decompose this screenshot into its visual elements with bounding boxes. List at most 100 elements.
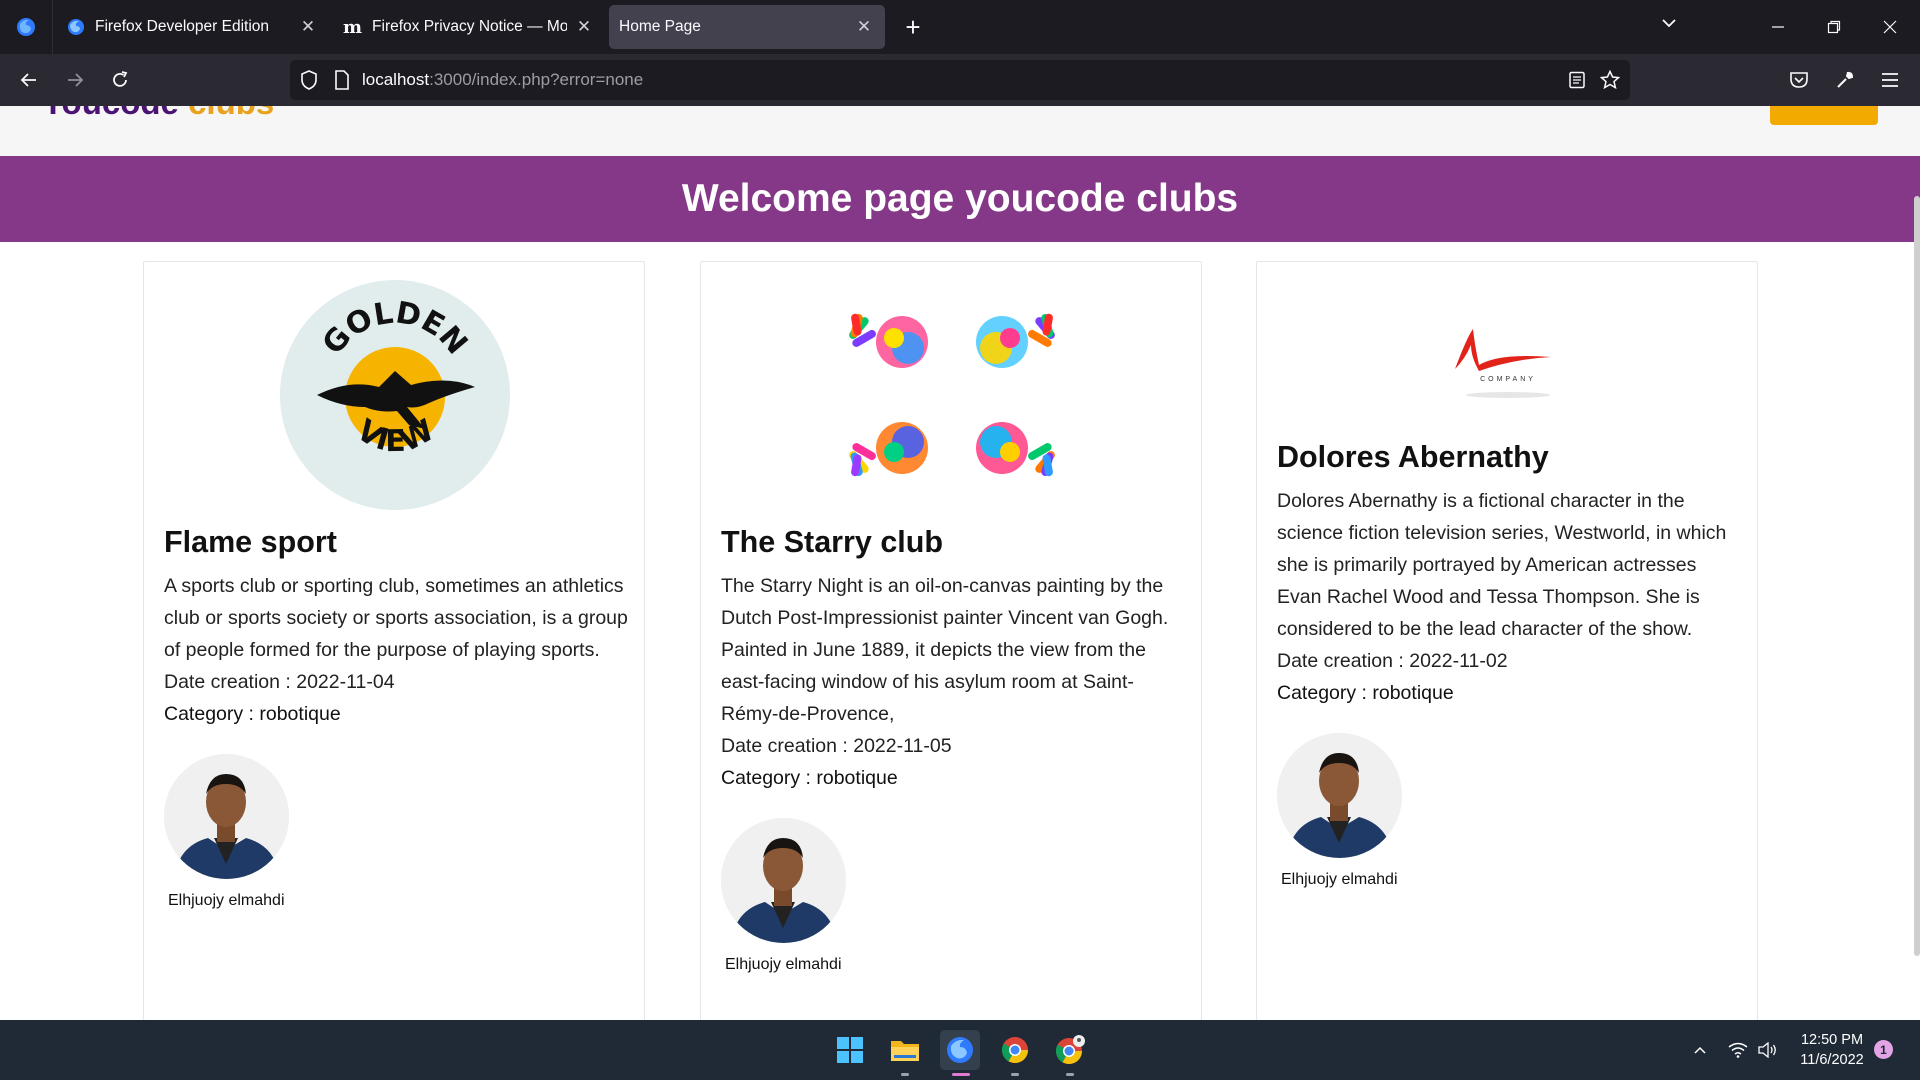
club-name: Flame sport (164, 525, 337, 559)
club-category: Category : robotique (1277, 682, 1454, 704)
close-icon (1883, 20, 1897, 34)
firefox-icon (68, 19, 84, 35)
club-name: The Starry club (721, 525, 944, 559)
tab-home-page[interactable]: Home Page ✕ (609, 5, 885, 49)
club-description: Dolores Abernathy is a fictional charact… (1277, 490, 1727, 640)
owner-name: Elhjuojy elmahdi (168, 892, 285, 909)
clock-time: 12:50 PM (1800, 1032, 1864, 1048)
club-owner: Elhjuojy elmahdi (1277, 733, 1427, 889)
club-owner: Elhjuojy elmahdi (721, 818, 871, 974)
club-date-creation: Date creation : 2022-11-05 (721, 735, 952, 757)
chrome-profile-icon (1055, 1035, 1085, 1065)
club-logo-image (701, 280, 1203, 510)
chrome-profile-taskbar-button[interactable] (1050, 1030, 1090, 1076)
welcome-banner: Welcome page youcode clubs (0, 156, 1920, 242)
forward-button[interactable] (54, 59, 96, 101)
firefox-icon (947, 1037, 973, 1063)
url-host: localhost (362, 70, 430, 89)
minimize-button[interactable] (1750, 0, 1806, 54)
pocket-button[interactable] (1778, 59, 1820, 101)
minimize-icon (1772, 26, 1784, 28)
club-name: Dolores Abernathy (1277, 440, 1549, 474)
list-all-tabs-button[interactable] (1660, 14, 1678, 37)
chrome-taskbar-button[interactable] (995, 1030, 1035, 1076)
club-category: Category : robotique (721, 767, 898, 789)
firefox-view-button[interactable] (0, 0, 53, 54)
running-indicator (1066, 1073, 1074, 1076)
url-text[interactable]: localhost:3000/index.php?error=none (362, 70, 643, 90)
volume-button[interactable] (1758, 1020, 1778, 1080)
windows-logo-icon (837, 1037, 863, 1063)
club-date-creation: Date creation : 2022-11-04 (164, 671, 395, 693)
close-window-button[interactable] (1862, 0, 1918, 54)
tab-firefox-developer-edition[interactable]: Firefox Developer Edition ✕ (57, 5, 329, 49)
arrow-left-icon (20, 73, 36, 87)
firefox-taskbar-button[interactable] (940, 1030, 980, 1076)
page-title: Welcome page youcode clubs (681, 177, 1239, 220)
url-path: :3000/index.php?error=none (429, 70, 644, 89)
header-action-button[interactable] (1770, 106, 1878, 125)
reload-icon (113, 71, 128, 87)
restore-button[interactable] (1806, 0, 1862, 54)
wrench-icon (1837, 71, 1854, 88)
address-bar[interactable]: localhost:3000/index.php?error=none (290, 60, 1630, 100)
club-description: The Starry Night is an oil-on-canvas pai… (721, 575, 1169, 725)
shield-icon[interactable] (300, 70, 318, 90)
tab-firefox-privacy-notice[interactable]: m Firefox Privacy Notice — Mozilla ✕ (333, 5, 605, 49)
chrome-icon (1001, 1037, 1029, 1064)
chevron-up-icon (1694, 1046, 1706, 1054)
logo-accent-text: clubs (188, 106, 274, 121)
logo-text: COMPANY (1480, 376, 1536, 383)
network-button[interactable] (1728, 1020, 1748, 1080)
system-clock[interactable]: 12:50 PM 11/6/2022 (1790, 1030, 1874, 1070)
club-card-body: Dolores Abernathy Dolores Abernathy is a… (1277, 439, 1742, 889)
navigation-toolbar: localhost:3000/index.php?error=none (0, 54, 1920, 106)
tab-title: Firefox Privacy Notice — Mozilla (372, 18, 567, 35)
owner-name: Elhjuojy elmahdi (725, 956, 842, 973)
club-logo-image: COMPANY (1257, 312, 1759, 412)
chevron-down-icon (1662, 19, 1676, 28)
golden-view-eagle-logo: GOLDEN VIEW (280, 280, 510, 510)
start-button[interactable] (830, 1030, 870, 1070)
active-indicator (952, 1073, 970, 1076)
avatar (721, 818, 846, 943)
page-icon[interactable] (334, 70, 350, 90)
hamburger-menu-icon (1882, 73, 1898, 87)
club-owner: Elhjuojy elmahdi (164, 754, 314, 910)
close-icon[interactable]: ✕ (297, 17, 319, 37)
avatar (164, 754, 289, 879)
restore-icon (1827, 20, 1841, 34)
pocket-icon (1790, 72, 1808, 88)
reader-view-icon[interactable] (1568, 71, 1586, 89)
show-hidden-icons-button[interactable] (1692, 1020, 1708, 1080)
windows-taskbar: 12:50 PM 11/6/2022 1 (0, 1020, 1920, 1080)
reload-button[interactable] (99, 59, 141, 101)
developer-tools-button[interactable] (1824, 59, 1866, 101)
colorful-handprints-logo (849, 313, 1055, 477)
logo-main-text: Youcode (42, 106, 179, 121)
site-header: Youcode clubs (0, 106, 1920, 156)
app-menu-button[interactable] (1869, 59, 1911, 101)
club-date-creation: Date creation : 2022-11-02 (1277, 650, 1508, 672)
arrow-right-icon (68, 73, 84, 87)
star-bookmark-icon[interactable] (1600, 70, 1620, 90)
avatar (1277, 733, 1402, 858)
club-card-body: Flame sport A sports club or sporting cl… (164, 524, 629, 910)
tab-title: Home Page (619, 18, 701, 35)
notification-badge[interactable]: 1 (1874, 1040, 1893, 1059)
firefox-icon (17, 18, 35, 36)
club-card: The Starry club The Starry Night is an o… (700, 261, 1202, 1020)
close-icon[interactable]: ✕ (853, 17, 875, 37)
running-indicator (1011, 1073, 1019, 1076)
back-button[interactable] (8, 59, 50, 101)
page-scrollbar[interactable] (1914, 196, 1920, 956)
new-tab-button[interactable]: + (893, 12, 933, 43)
club-description: A sports club or sporting club, sometime… (164, 575, 628, 661)
owner-name: Elhjuojy elmahdi (1281, 871, 1398, 888)
mozilla-m-icon: m (343, 16, 363, 38)
club-card: GOLDEN VIEW Flame sport A sports club or… (143, 261, 645, 1020)
file-explorer-button[interactable] (885, 1030, 925, 1076)
site-logo[interactable]: Youcode clubs (42, 106, 274, 122)
close-icon[interactable]: ✕ (573, 17, 595, 37)
clock-date: 11/6/2022 (1800, 1052, 1864, 1068)
